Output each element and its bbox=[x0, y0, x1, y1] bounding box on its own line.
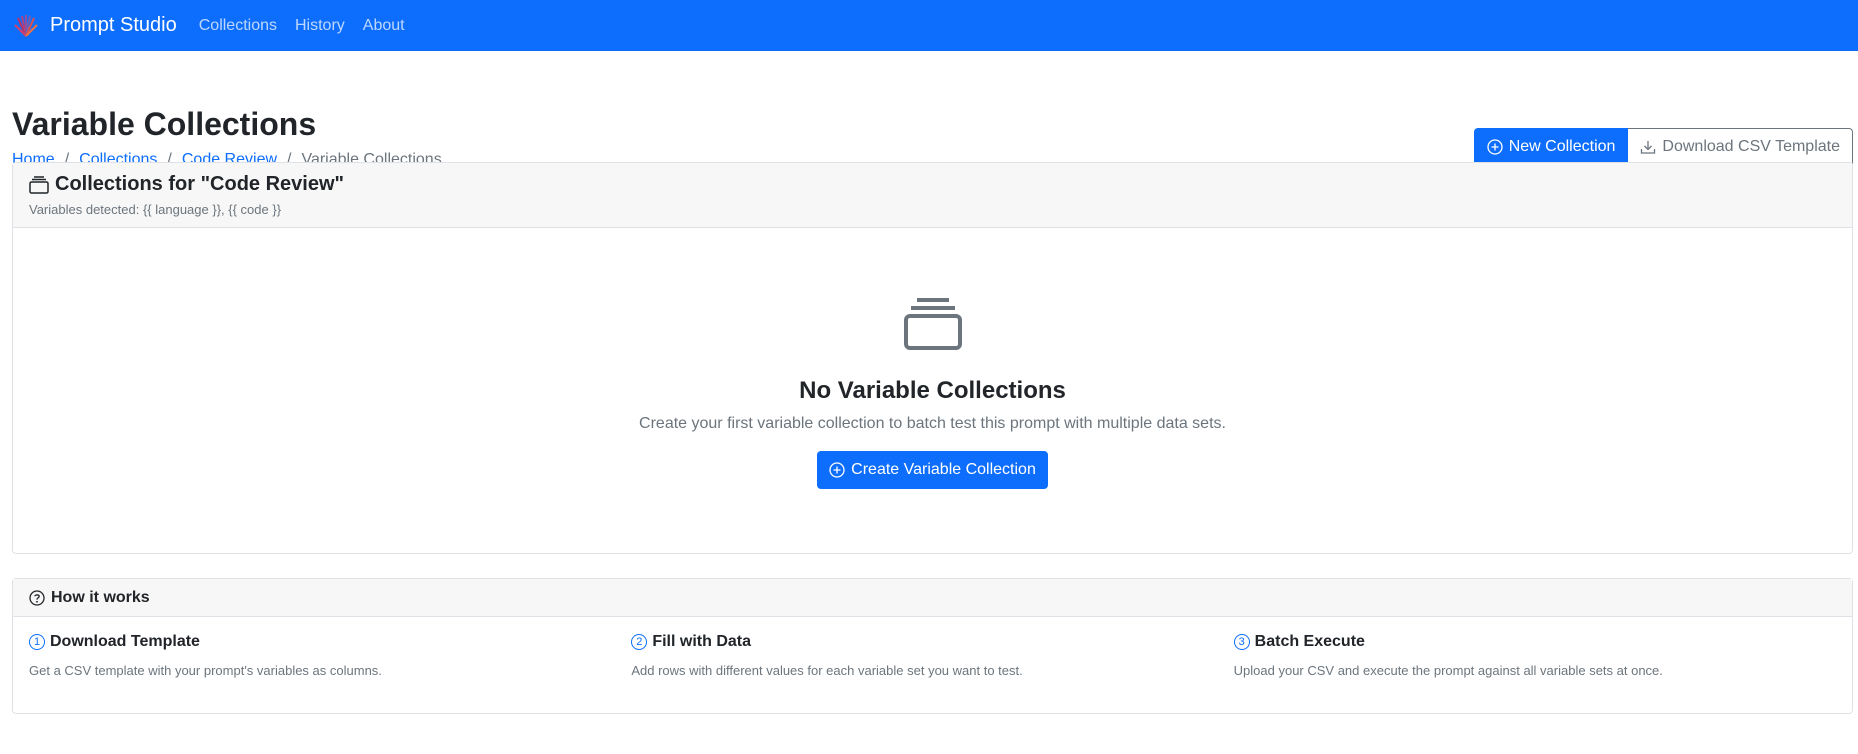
collections-card: Collections for "Code Review" Variables … bbox=[12, 162, 1853, 554]
collections-card-title-row: Collections for "Code Review" bbox=[29, 173, 1836, 196]
how-it-works-card: How it works 1 Download Template Get a C… bbox=[12, 578, 1853, 714]
header-actions: New Collection Download CSV Template bbox=[1473, 128, 1853, 166]
collection-icon bbox=[29, 175, 49, 194]
step-number-icon: 3 bbox=[1233, 634, 1250, 650]
how-it-works-header: How it works bbox=[13, 579, 1852, 617]
step-batch-execute: 3 Batch Execute Upload your CSV and exec… bbox=[1233, 633, 1836, 678]
empty-state-description: Create your first variable collection to… bbox=[639, 415, 1226, 432]
new-collection-label: New Collection bbox=[1508, 138, 1616, 155]
brand-logo-icon bbox=[14, 14, 38, 37]
step-fill-with-data: 2 Fill with Data Add rows with different… bbox=[631, 633, 1233, 678]
step-number-icon: 2 bbox=[631, 634, 648, 650]
new-collection-button[interactable]: New Collection bbox=[1473, 128, 1629, 166]
step-download-template: 1 Download Template Get a CSV template w… bbox=[29, 633, 631, 678]
plus-circle-icon bbox=[829, 462, 845, 478]
nav-history[interactable]: History bbox=[295, 17, 345, 35]
steps-row: 1 Download Template Get a CSV template w… bbox=[13, 617, 1852, 678]
brand-link[interactable]: Prompt Studio bbox=[12, 12, 177, 40]
create-variable-collection-button[interactable]: Create Variable Collection bbox=[817, 451, 1048, 489]
step-description: Get a CSV template with your prompt's va… bbox=[29, 663, 382, 678]
top-navbar: Prompt Studio Collections History About bbox=[0, 0, 1858, 51]
empty-state: No Variable Collections Create your firs… bbox=[13, 228, 1852, 489]
how-it-works-title: How it works bbox=[51, 588, 150, 606]
how-it-works-title-row: How it works bbox=[29, 589, 150, 607]
download-csv-template-button[interactable]: Download CSV Template bbox=[1628, 128, 1853, 166]
download-csv-label: Download CSV Template bbox=[1662, 138, 1840, 155]
step-title: Batch Execute bbox=[1254, 633, 1365, 650]
question-circle-icon bbox=[29, 589, 45, 606]
create-variable-collection-label: Create Variable Collection bbox=[851, 461, 1036, 478]
step-title: Fill with Data bbox=[652, 633, 751, 650]
download-icon bbox=[1641, 141, 1656, 154]
step-title: Download Template bbox=[50, 633, 200, 650]
brand-name: Prompt Studio bbox=[50, 14, 177, 36]
page-header: Variable Collections Home / Collections … bbox=[0, 51, 1858, 171]
collections-card-title: Collections for "Code Review" bbox=[55, 173, 345, 195]
step-description: Upload your CSV and execute the prompt a… bbox=[1233, 663, 1663, 678]
collections-card-header: Collections for "Code Review" Variables … bbox=[13, 163, 1852, 228]
step-description: Add rows with different values for each … bbox=[631, 663, 1023, 678]
plus-circle-icon bbox=[1487, 139, 1503, 155]
nav-collections[interactable]: Collections bbox=[199, 17, 277, 35]
page-title: Variable Collections bbox=[12, 106, 317, 142]
nav-about[interactable]: About bbox=[363, 17, 405, 35]
empty-state-title: No Variable Collections bbox=[799, 377, 1066, 404]
step-number-icon: 1 bbox=[29, 634, 45, 650]
collection-empty-icon bbox=[903, 298, 962, 350]
variables-detected: Variables detected: {{ language }}, {{ c… bbox=[29, 202, 282, 217]
